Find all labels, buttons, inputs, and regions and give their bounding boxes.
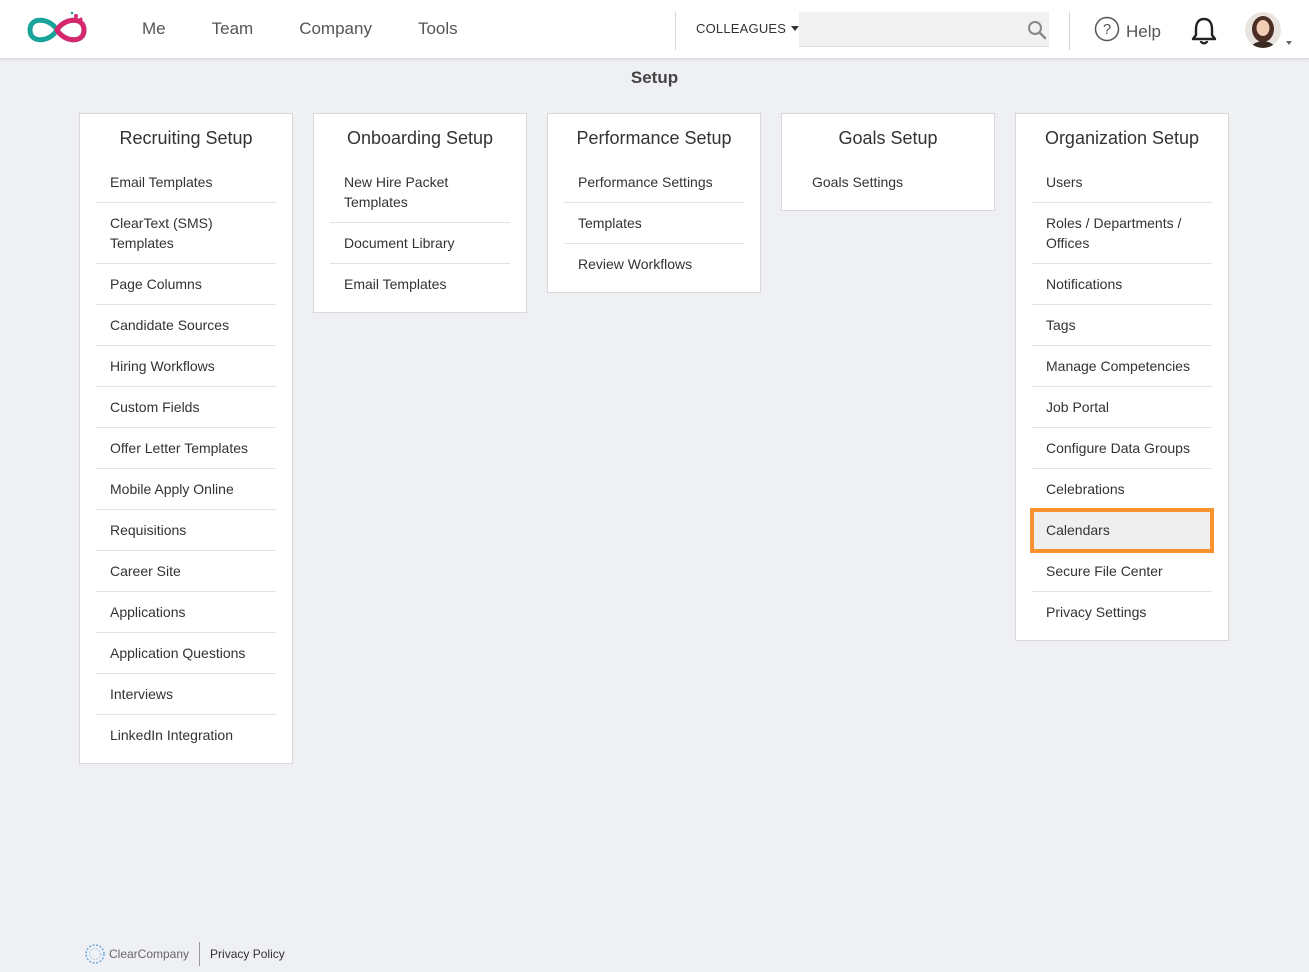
header-divider [1069, 12, 1070, 50]
setup-link-custom-fields[interactable]: Custom Fields [96, 387, 276, 428]
setup-link-linkedin-integration[interactable]: LinkedIn Integration [96, 715, 276, 755]
setup-link-candidate-sources[interactable]: Candidate Sources [96, 305, 276, 346]
setup-link-users[interactable]: Users [1032, 162, 1212, 203]
colleagues-dropdown[interactable]: COLLEAGUES [696, 21, 800, 36]
setup-link-career-site[interactable]: Career Site [96, 551, 276, 592]
setup-link-requisitions[interactable]: Requisitions [96, 510, 276, 551]
main-nav: Me Team Company Tools [122, 0, 484, 58]
onboarding-setup-card: Onboarding Setup New Hire Packet Templat… [313, 113, 527, 313]
goals-setup-list: Goals Settings [798, 162, 978, 202]
organization-setup-card: Organization Setup Users Roles / Departm… [1015, 113, 1229, 641]
performance-setup-list: Performance Settings Templates Review Wo… [564, 162, 744, 284]
onboarding-setup-list: New Hire Packet Templates Document Libra… [330, 162, 510, 304]
setup-link-job-portal[interactable]: Job Portal [1032, 387, 1212, 428]
goals-setup-card: Goals Setup Goals Settings [781, 113, 995, 211]
recruiting-setup-list: Email Templates ClearText (SMS) Template… [96, 162, 276, 755]
footer: ClearCompany Privacy Policy [84, 942, 285, 966]
top-navigation-bar: Me Team Company Tools COLLEAGUES ? Help [0, 0, 1309, 59]
setup-link-email-templates[interactable]: Email Templates [96, 162, 276, 203]
privacy-policy-link[interactable]: Privacy Policy [210, 947, 285, 961]
setup-link-page-columns[interactable]: Page Columns [96, 264, 276, 305]
nav-tools[interactable]: Tools [398, 19, 478, 39]
footer-brand: ClearCompany [109, 947, 190, 961]
performance-setup-card: Performance Setup Performance Settings T… [547, 113, 761, 293]
search-input[interactable] [799, 12, 1049, 47]
clearcompany-logo: ClearCompany [84, 943, 189, 965]
question-circle-icon: ? [1094, 16, 1120, 47]
setup-link-hiring-workflows[interactable]: Hiring Workflows [96, 346, 276, 387]
infinity-logo-icon[interactable] [24, 10, 90, 50]
setup-link-tags[interactable]: Tags [1032, 305, 1212, 346]
setup-link-applications[interactable]: Applications [96, 592, 276, 633]
nav-company[interactable]: Company [279, 19, 392, 39]
card-title: Goals Setup [838, 128, 938, 148]
setup-link-document-library[interactable]: Document Library [330, 223, 510, 264]
footer-divider [199, 942, 201, 966]
nav-me[interactable]: Me [122, 19, 186, 39]
setup-link-review-workflows[interactable]: Review Workflows [564, 244, 744, 284]
card-title: Organization Setup [1044, 128, 1200, 148]
setup-link-notifications[interactable]: Notifications [1032, 264, 1212, 305]
bell-icon[interactable] [1190, 16, 1218, 46]
setup-link-new-hire-packet-templates[interactable]: New Hire Packet Templates [330, 162, 510, 223]
header-divider [675, 12, 676, 50]
card-title: Onboarding Setup [346, 128, 494, 148]
setup-link-calendars[interactable]: Calendars [1030, 508, 1214, 553]
user-avatar[interactable] [1245, 12, 1281, 48]
page-title: Setup [630, 68, 679, 87]
setup-link-application-questions[interactable]: Application Questions [96, 633, 276, 674]
nav-team[interactable]: Team [192, 19, 274, 39]
help-button[interactable]: ? Help [1094, 16, 1161, 47]
help-label: Help [1126, 21, 1161, 41]
setup-link-performance-settings[interactable]: Performance Settings [564, 162, 744, 203]
setup-link-configure-data-groups[interactable]: Configure Data Groups [1032, 428, 1212, 469]
colleagues-label: COLLEAGUES [696, 21, 787, 36]
setup-link-privacy-settings[interactable]: Privacy Settings [1032, 592, 1212, 632]
setup-link-templates[interactable]: Templates [564, 203, 744, 244]
setup-link-mobile-apply-online[interactable]: Mobile Apply Online [96, 469, 276, 510]
setup-link-onboarding-email-templates[interactable]: Email Templates [330, 264, 510, 304]
setup-link-celebrations[interactable]: Celebrations [1032, 469, 1212, 510]
setup-link-secure-file-center[interactable]: Secure File Center [1032, 551, 1212, 592]
setup-link-offer-letter-templates[interactable]: Offer Letter Templates [96, 428, 276, 469]
setup-link-roles-departments-offices[interactable]: Roles / Departments / Offices [1032, 203, 1212, 264]
card-title: Performance Setup [576, 128, 732, 148]
setup-link-manage-competencies[interactable]: Manage Competencies [1032, 346, 1212, 387]
organization-setup-list: Users Roles / Departments / Offices Noti… [1030, 162, 1214, 632]
svg-text:?: ? [1103, 21, 1111, 38]
setup-link-goals-settings[interactable]: Goals Settings [798, 162, 978, 202]
setup-link-interviews[interactable]: Interviews [96, 674, 276, 715]
avatar-caret-icon[interactable] [1286, 41, 1292, 45]
setup-link-cleartext-sms-templates[interactable]: ClearText (SMS) Templates [96, 203, 276, 264]
recruiting-setup-card: Recruiting Setup Email Templates ClearTe… [79, 113, 293, 764]
caret-down-icon [791, 26, 800, 31]
clearcompany-logo-icon [85, 944, 105, 964]
card-title: Recruiting Setup [119, 128, 253, 148]
search-icon[interactable] [1027, 20, 1047, 40]
